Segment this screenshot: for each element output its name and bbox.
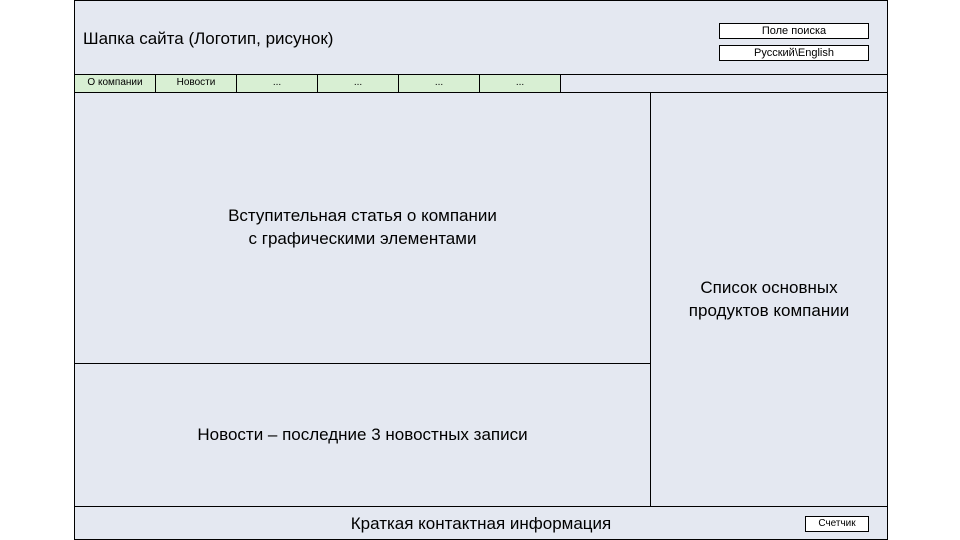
header-title: Шапка сайта (Логотип, рисунок) xyxy=(83,29,333,49)
nav-item-about[interactable]: О компании xyxy=(75,75,156,92)
news-text: Новости – последние 3 новостных записи xyxy=(197,425,527,445)
footer-contact: Краткая контактная информация xyxy=(351,514,612,534)
products-line-2: продуктов компании xyxy=(689,301,849,320)
nav-item-6[interactable]: ... xyxy=(480,75,561,92)
nav-item-5[interactable]: ... xyxy=(399,75,480,92)
header-controls: Поле поиска Русский\English xyxy=(719,23,869,67)
intro-line-2: с графическими элементами xyxy=(249,229,477,248)
nav-item-4[interactable]: ... xyxy=(318,75,399,92)
products-line-1: Список основных xyxy=(700,278,837,297)
search-field[interactable]: Поле поиска xyxy=(719,23,869,39)
nav-item-3[interactable]: ... xyxy=(237,75,318,92)
body-area: Вступительная статья о компании с графич… xyxy=(75,93,887,506)
products-block: Список основных продуктов компании xyxy=(651,93,887,506)
intro-article-block: Вступительная статья о компании с графич… xyxy=(75,93,651,364)
footer: Краткая контактная информация Счетчик xyxy=(75,506,887,540)
wireframe-frame: Шапка сайта (Логотип, рисунок) Поле поис… xyxy=(74,0,888,540)
intro-line-1: Вступительная статья о компании xyxy=(228,206,497,225)
nav-spacer xyxy=(561,75,887,92)
language-switch[interactable]: Русский\English xyxy=(719,45,869,61)
site-header: Шапка сайта (Логотип, рисунок) Поле поис… xyxy=(75,1,887,75)
main-nav: О компании Новости ... ... ... ... xyxy=(75,75,887,93)
left-column: Вступительная статья о компании с графич… xyxy=(75,93,651,506)
counter: Счетчик xyxy=(805,516,869,532)
news-block: Новости – последние 3 новостных записи xyxy=(75,364,651,506)
nav-item-news[interactable]: Новости xyxy=(156,75,237,92)
